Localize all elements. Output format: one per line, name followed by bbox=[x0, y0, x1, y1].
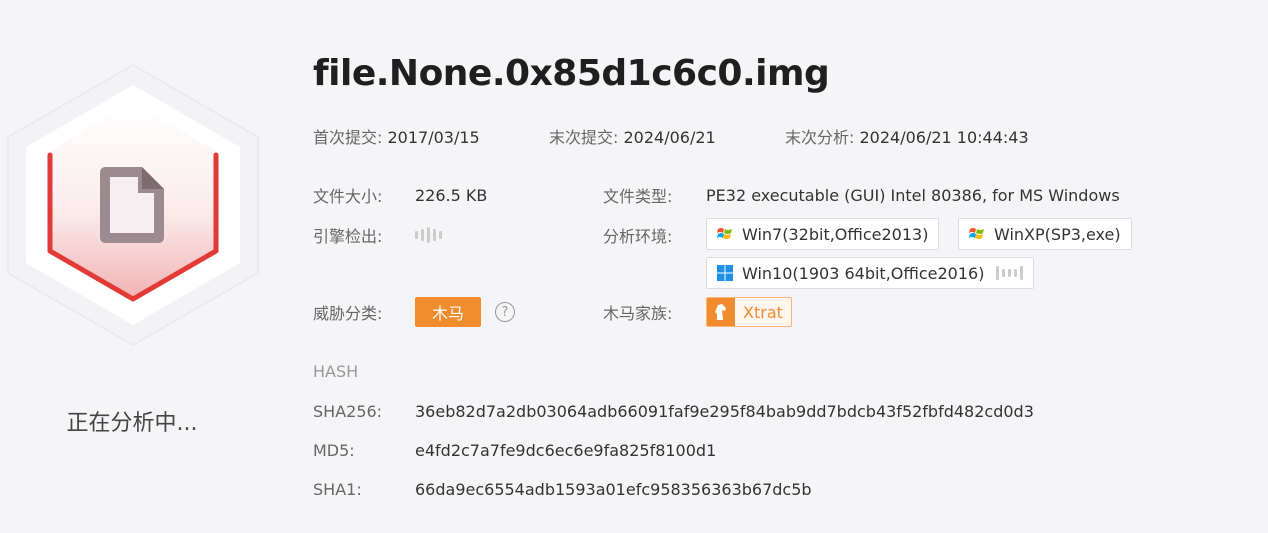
file-analysis-page: 正在分析中... file.None.0x85d1c6c0.img 首次提交: … bbox=[0, 0, 1268, 533]
analysis-badge: 正在分析中... bbox=[0, 55, 268, 436]
file-size-value: 226.5 KB bbox=[415, 185, 488, 205]
env-tag-winxp[interactable]: WinXP(SP3,exe) bbox=[958, 218, 1132, 250]
last-analysis-value: 2024/06/21 10:44:43 bbox=[859, 128, 1029, 147]
sha256-value[interactable]: 36eb82d7a2db03064adb66091faf9e295f84bab9… bbox=[415, 402, 1034, 421]
last-submit-label: 末次提交: bbox=[549, 128, 619, 147]
analysis-env-label: 分析环境: bbox=[603, 227, 673, 246]
last-submit-value: 2024/06/21 bbox=[623, 128, 716, 147]
first-submit-label: 首次提交: bbox=[313, 128, 383, 147]
env-tag-winxp-label: WinXP(SP3,exe) bbox=[994, 224, 1121, 244]
sha1-value[interactable]: 66da9ec6554adb1593a01efc958356363b67dc5b bbox=[415, 480, 812, 499]
hash-heading: HASH bbox=[313, 362, 359, 381]
env-tag-win10-label: Win10(1903 64bit,Office2016) bbox=[742, 263, 985, 283]
md5-value[interactable]: e4fd2c7a7fe9dc6ec6e9fa825f8100d1 bbox=[415, 441, 716, 460]
trojan-family-row: 木马家族: bbox=[603, 296, 672, 328]
trojan-family-tag[interactable]: Xtrat bbox=[706, 297, 792, 327]
windows-xp-icon bbox=[717, 228, 732, 239]
analysis-status-text: 正在分析中... bbox=[66, 411, 198, 436]
env-loading-icon bbox=[996, 266, 1024, 280]
file-type-value: PE32 executable (GUI) Intel 80386, for M… bbox=[706, 185, 1120, 205]
first-submit-value: 2017/03/15 bbox=[387, 128, 480, 147]
windows-10-icon bbox=[717, 265, 733, 281]
sha1-row: SHA1: 66da9ec6554adb1593a01efc958356363b6… bbox=[313, 480, 812, 499]
threat-category-label: 威胁分类: bbox=[313, 304, 383, 323]
threat-category-tag[interactable]: 木马 bbox=[415, 297, 481, 327]
md5-row: MD5: e4fd2c7a7fe9dc6ec6e9fa825f8100d1 bbox=[313, 441, 716, 460]
file-type-row: 文件类型: PE32 executable (GUI) Intel 80386,… bbox=[603, 179, 1120, 211]
file-title: file.None.0x85d1c6c0.img bbox=[313, 53, 830, 94]
analysis-env-row: 分析环境: bbox=[603, 219, 672, 251]
file-size-row: 文件大小: 226.5 KB bbox=[313, 179, 487, 211]
env-tag-win7-label: Win7(32bit,Office2013) bbox=[742, 224, 929, 244]
file-icon bbox=[100, 167, 164, 243]
file-size-label: 文件大小: bbox=[313, 187, 383, 206]
last-analysis-label: 末次分析: bbox=[785, 128, 855, 147]
trojan-horse-icon bbox=[707, 298, 735, 326]
env-tag-win7[interactable]: Win7(32bit,Office2013) bbox=[706, 218, 940, 250]
sha256-label: SHA256: bbox=[313, 402, 383, 421]
file-type-label: 文件类型: bbox=[603, 187, 673, 206]
sha256-row: SHA256: 36eb82d7a2db03064adb66091faf9e295… bbox=[313, 402, 1034, 421]
env-tag-win10[interactable]: Win10(1903 64bit,Office2016) bbox=[706, 257, 1035, 289]
sha1-label: SHA1: bbox=[313, 480, 362, 499]
trojan-family-value: Xtrat bbox=[743, 302, 783, 322]
engine-detection-label: 引擎检出: bbox=[313, 227, 383, 246]
trojan-family-label: 木马家族: bbox=[603, 304, 673, 323]
md5-label: MD5: bbox=[313, 441, 355, 460]
help-icon[interactable]: ? bbox=[495, 302, 515, 322]
engine-detection-row: 引擎检出: bbox=[313, 219, 442, 251]
loading-indicator-icon bbox=[415, 227, 442, 243]
submission-dates: 首次提交: 2017/03/15 末次提交: 2024/06/21 末次分析: … bbox=[313, 124, 1029, 148]
windows-xp-icon bbox=[969, 228, 984, 239]
threat-category-row: 威胁分类: bbox=[313, 296, 382, 328]
